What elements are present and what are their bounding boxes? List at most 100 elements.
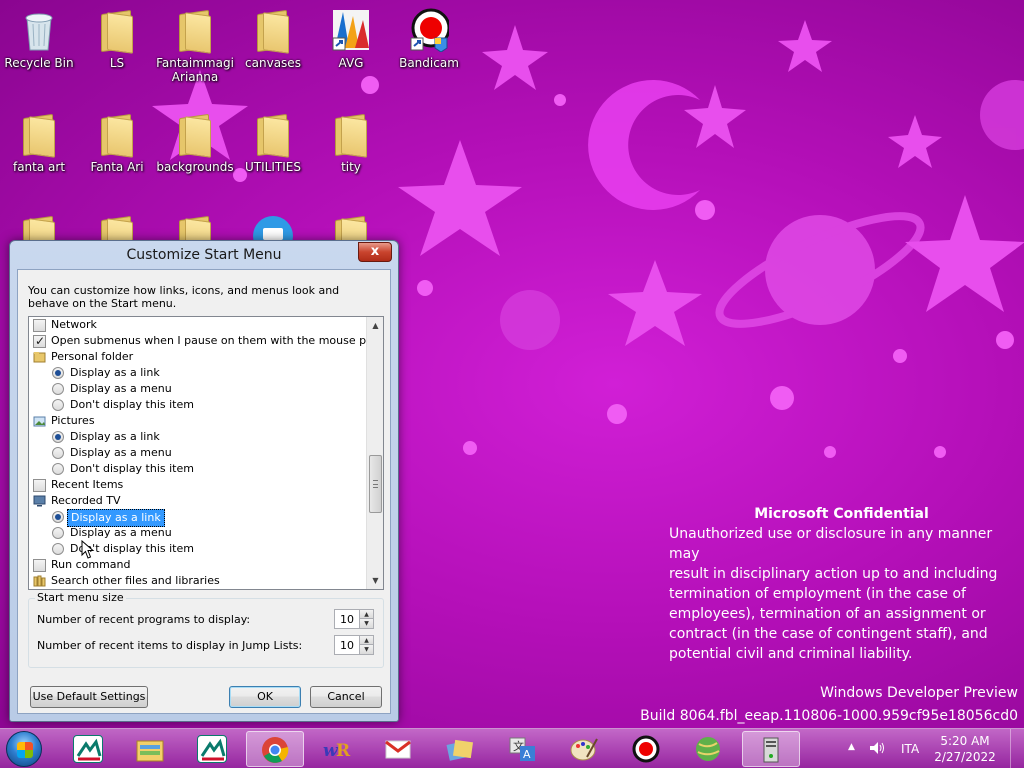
radio-button[interactable] [52,463,64,475]
taskbar-app-paint[interactable] [556,731,614,767]
taskbar-app-credit-agricole[interactable] [60,731,118,767]
desktop-icon-recycle-bin[interactable]: Recycle Bin [0,8,78,70]
confidential-title: Microsoft Confidential [754,506,929,522]
credit-agricole-icon [73,735,103,763]
radio-button[interactable] [52,367,64,379]
stepper-down-icon[interactable]: ▼ [359,645,373,654]
start-button[interactable] [6,731,42,767]
start-menu-size-group: Start menu size Number of recent program… [28,591,384,668]
desktop-icon-tity[interactable]: tity [312,112,390,174]
recent-items-label: Number of recent items to display in Jum… [37,639,303,652]
desktop-icon-label: fanta art [12,160,66,174]
dialog-intro: You can customize how links, icons, and … [28,284,340,310]
radio-button[interactable] [52,511,64,523]
recent-items-stepper[interactable]: 10 ▲ ▼ [334,635,374,655]
folder-icon [19,112,59,158]
folders-icon [445,735,475,763]
stepper-up-icon[interactable]: ▲ [359,636,373,645]
stepper-down-icon[interactable]: ▼ [359,619,373,628]
taskbar-app-gmail[interactable] [370,731,428,767]
volume-icon[interactable] [868,739,886,760]
taskbar-app-chrome[interactable] [246,731,304,767]
ok-button[interactable]: OK [229,686,301,708]
cancel-button[interactable]: Cancel [310,686,382,708]
svg-text:R: R [336,741,351,761]
checkbox[interactable] [33,333,46,349]
confidential-line: contract (in the case of contingent staf… [669,626,988,642]
radio-button[interactable] [52,527,64,539]
taskbar-clock[interactable]: 5:20 AM 2/27/2022 [930,733,1000,765]
recent-programs-label: Number of recent programs to display: [37,613,251,626]
desktop-icon-label: UTILITIES [245,160,301,174]
folder-icon [253,8,293,54]
radio-button[interactable] [52,399,64,411]
wr-icon: wR [321,735,351,763]
recycle-bin-icon [19,8,59,52]
stepper-up-icon[interactable]: ▲ [359,610,373,619]
folder-icon [175,8,215,54]
use-default-settings-button[interactable]: Use Default Settings [30,686,148,708]
folder-icon [175,112,215,158]
taskbar-app-server[interactable] [742,731,800,767]
desktop-icon-fanta-art[interactable]: fanta art [0,112,78,174]
vertical-scrollbar[interactable]: ▲ ▼ [366,317,383,589]
desktop-icon-avg[interactable]: AVG [312,8,390,70]
desktop-icon-bandicam[interactable]: Bandicam [390,8,468,70]
scrollbar-thumb[interactable] [369,455,382,513]
desktop-icon-label: AVG [338,56,364,70]
checkbox[interactable] [33,479,46,492]
desktop-icon-backgrounds[interactable]: backgrounds [156,112,234,174]
desktop-icon-label: Fanta Ari [90,160,144,174]
confidential-line: termination of employment (in the case o… [669,586,966,602]
build-watermark-line2: Build 8064.fbl_eeap.110806-1000.959cf95e… [640,708,1018,724]
folder-icon [33,352,46,363]
file-explorer-icon [135,735,165,763]
folder-icon [253,112,293,158]
desktop-icon-fanta-ari[interactable]: Fanta Ari [78,112,156,174]
desktop-icon-utilities[interactable]: UTILITIES [234,112,312,174]
scroll-down-icon[interactable]: ▼ [367,572,383,589]
folder-icon [331,112,371,158]
taskbar-app-maps[interactable] [680,731,738,767]
pictures-icon [33,416,46,427]
language-indicator[interactable]: ITA [901,742,919,756]
customize-start-menu-dialog: Customize Start Menu x You can customize… [9,240,399,722]
desktop-icon-label: backgrounds [156,160,234,174]
taskbar-app-wr[interactable]: wR [308,731,366,767]
bandicam-icon [409,8,451,53]
taskbar-app-translator[interactable]: 文A [494,731,552,767]
mouse-cursor-icon [81,540,95,559]
show-desktop-button[interactable] [1010,729,1024,768]
show-hidden-icons-icon[interactable]: ▲ [848,742,855,752]
clock-time: 5:20 AM [940,734,990,748]
taskbar-app-folders[interactable] [432,731,490,767]
radio-button[interactable] [52,543,64,555]
radio-button[interactable] [52,383,64,395]
confidential-line: Unauthorized use or disclosure in any ma… [669,526,993,562]
folder-icon [97,112,137,158]
desktop-icon-label: Fantaimmagi Arianna [156,56,234,84]
checkbox[interactable] [33,559,46,572]
folder-icon [97,8,137,54]
radio-button[interactable] [52,447,64,459]
taskbar-app-credit-agricole[interactable] [184,731,242,767]
group-title: Start menu size [35,591,126,604]
confidential-line: potential civil and criminal liability. [669,646,913,662]
recent-programs-stepper[interactable]: 10 ▲ ▼ [334,609,374,629]
desktop-icon-canvases[interactable]: canvases [234,8,312,70]
translator-icon: 文A [507,735,537,763]
desktop-icon-fantaimmagi-arianna[interactable]: Fantaimmagi Arianna [156,8,234,84]
taskbar-app-bandicam[interactable] [618,731,676,767]
radio-button[interactable] [52,431,64,443]
scroll-up-icon[interactable]: ▲ [367,317,383,334]
taskbar-app-file-explorer[interactable] [122,731,180,767]
gmail-icon [383,735,413,763]
server-icon [756,736,786,764]
checkbox[interactable] [33,319,46,332]
desktop-icon-label: Recycle Bin [4,56,74,70]
desktop-icon-label: LS [109,56,125,70]
confidential-notice: Microsoft Confidential Unauthorized use … [669,504,1014,664]
desktop-icon-ls[interactable]: LS [78,8,156,70]
close-button[interactable]: x [358,242,392,262]
desktop-icon-label: tity [341,160,361,174]
